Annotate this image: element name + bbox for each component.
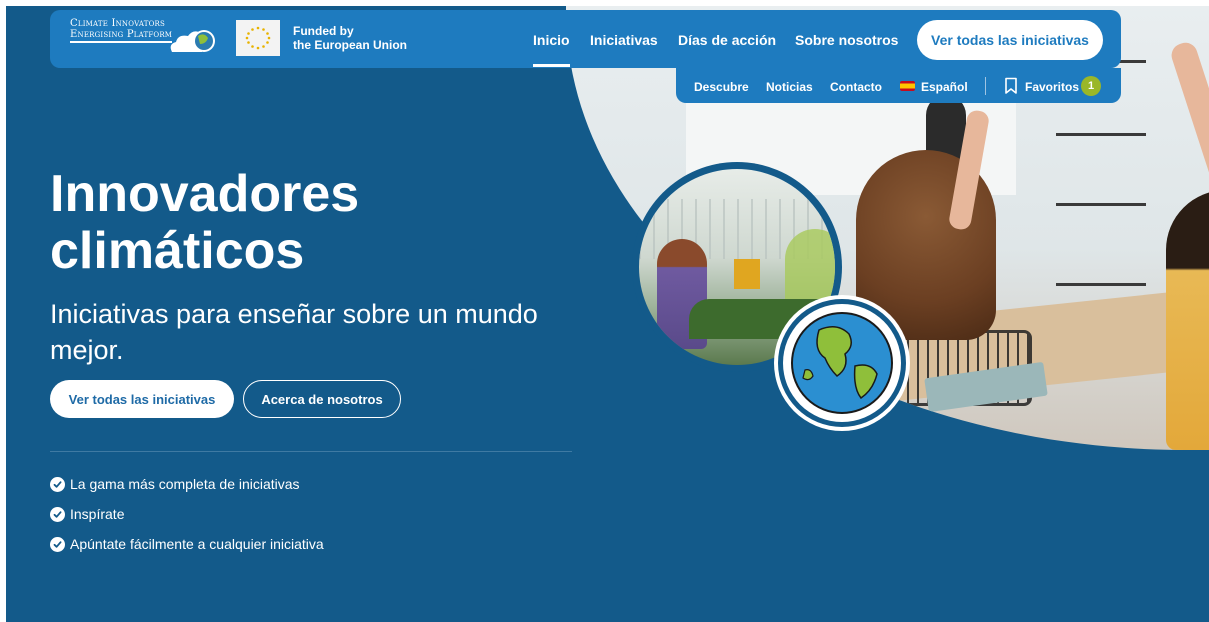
logo-text-line2: Energising Platform <box>70 29 173 43</box>
feature-item: La gama más completa de iniciativas <box>50 476 300 492</box>
subnav-divider <box>985 77 986 95</box>
bookmark-icon[interactable] <box>1004 77 1018 95</box>
feature-text: Inspírate <box>70 506 125 522</box>
title-line1: Innovadores <box>50 165 360 223</box>
nav-sobre-nosotros[interactable]: Sobre nosotros <box>795 32 898 48</box>
favorites-link[interactable]: Favoritos <box>1025 80 1079 94</box>
check-circle-icon <box>50 476 65 492</box>
subnav-descubre[interactable]: Descubre <box>694 80 749 94</box>
feature-text: Apúntate fácilmente a cualquier iniciati… <box>70 536 324 552</box>
hero-divider <box>50 451 572 452</box>
page-title: Innovadores climáticos <box>50 166 570 280</box>
subnav-contacto[interactable]: Contacto <box>830 80 882 94</box>
eu-funding-line1: Funded by <box>293 24 354 38</box>
globe-illustration-icon <box>774 295 910 431</box>
nav-dias-de-accion[interactable]: Días de acción <box>678 32 776 48</box>
title-line2: climáticos <box>50 222 305 280</box>
feature-text: La gama más completa de iniciativas <box>70 476 300 492</box>
view-all-initiatives-header-button[interactable]: Ver todas las iniciativas <box>917 20 1103 60</box>
site-logo[interactable]: Climate Innovators Energising Platform <box>70 18 216 58</box>
about-us-button[interactable]: Acerca de nosotros <box>243 380 401 418</box>
check-circle-icon <box>50 536 65 552</box>
language-selector[interactable]: Español <box>921 80 968 94</box>
eu-funding-label: Funded by the European Union <box>293 24 407 52</box>
nav-iniciativas[interactable]: Iniciativas <box>590 32 658 48</box>
favorites-count-badge: 1 <box>1081 76 1101 96</box>
view-all-initiatives-button[interactable]: Ver todas las iniciativas <box>50 380 234 418</box>
eu-funding-line2: the European Union <box>293 38 407 52</box>
logo-cloud-globe-icon <box>170 30 215 52</box>
nav-inicio[interactable]: Inicio <box>533 32 570 67</box>
logo-text-line1: Climate Innovators <box>70 18 166 29</box>
eu-flag-icon <box>236 20 280 56</box>
subnav-noticias[interactable]: Noticias <box>766 80 813 94</box>
spain-flag-icon <box>900 81 915 91</box>
feature-item: Apúntate fácilmente a cualquier iniciati… <box>50 536 324 552</box>
feature-item: Inspírate <box>50 506 124 522</box>
check-circle-icon <box>50 506 65 522</box>
hero-subtitle: Iniciativas para enseñar sobre un mundo … <box>50 299 538 365</box>
